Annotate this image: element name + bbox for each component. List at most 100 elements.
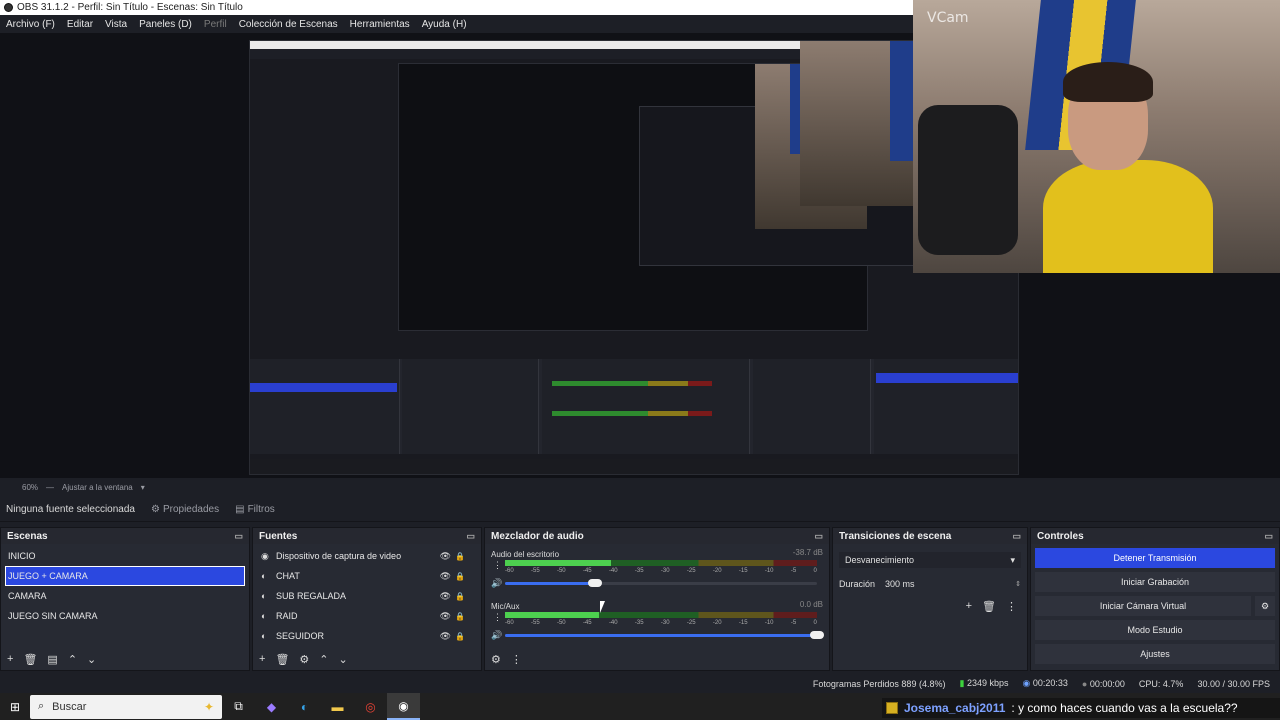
chat-username: Josema_cabj2011 <box>904 701 1006 715</box>
chevron-up-icon[interactable]: ⌃ <box>319 653 328 666</box>
source-item[interactable]: ◉ Dispositivo de captura de video 👁 🔒 <box>253 546 481 566</box>
kebab-icon[interactable]: ⋮ <box>493 612 502 623</box>
taskbar-search[interactable]: ⌕ Buscar ✦ <box>30 694 222 719</box>
volume-slider[interactable] <box>505 631 824 639</box>
copilot-icon[interactable]: ◆ <box>255 693 288 720</box>
filter-icon[interactable]: ▤ <box>47 653 57 666</box>
speaker-icon[interactable]: 🔊 <box>491 630 502 641</box>
kebab-icon[interactable]: ⋮ <box>493 560 502 571</box>
tick-label: -40 <box>608 568 618 574</box>
signal-icon: ▮ <box>959 678 965 688</box>
menu-coleccion-escenas[interactable]: Colección de Escenas <box>239 19 338 30</box>
lock-icon[interactable]: 🔒 <box>455 592 465 601</box>
menu-herramientas[interactable]: Herramientas <box>350 19 410 30</box>
transition-select[interactable]: Desvanecimiento ▾ <box>839 552 1021 568</box>
windows-start-icon[interactable]: ⊞ <box>0 693 30 720</box>
kebab-icon[interactable]: ⋮ <box>1006 600 1017 613</box>
broadcast-icon: ◉ <box>1022 678 1031 688</box>
chevron-up-icon[interactable]: ⌃ <box>68 653 77 666</box>
gear-icon[interactable]: ⚙ <box>299 653 309 666</box>
obs-taskbar-icon[interactable]: ◉ <box>387 693 420 720</box>
lock-icon[interactable]: 🔒 <box>455 632 465 641</box>
menu-vista[interactable]: Vista <box>105 19 127 30</box>
properties-label: Propiedades <box>162 503 220 515</box>
source-item[interactable]: ◐ SEGUIDOR 👁 🔒 <box>253 626 481 646</box>
sources-title: Fuentes <box>259 530 298 542</box>
studio-mode-button[interactable]: Modo Estudio <box>1035 620 1275 640</box>
no-source-label: Ninguna fuente seleccionada <box>6 503 135 515</box>
properties-button[interactable]: ⚙ Propiedades <box>151 504 219 515</box>
task-view-icon[interactable]: ⧉ <box>222 693 255 720</box>
zoom-percent[interactable]: 60% <box>22 483 38 492</box>
transitions-header: Transiciones de escena ▭ <box>833 528 1027 544</box>
dock-menu-icon[interactable]: ▭ <box>1264 531 1273 542</box>
menu-paneles[interactable]: Paneles (D) <box>139 19 192 30</box>
spinner-icon[interactable]: ⇕ <box>1015 580 1021 588</box>
scene-item[interactable]: INICIO <box>1 546 249 566</box>
trash-icon[interactable]: 🗑 <box>23 653 37 666</box>
speaker-icon[interactable]: 🔊 <box>491 578 502 589</box>
add-icon[interactable]: + <box>259 653 265 665</box>
tick-label: -45 <box>582 620 592 626</box>
eye-icon[interactable]: 👁 <box>440 591 451 602</box>
person-body <box>1043 160 1213 273</box>
start-recording-button[interactable]: Iniciar Grabación <box>1035 572 1275 592</box>
eye-icon[interactable]: 👁 <box>440 611 451 622</box>
mixer-footer: ⚙ ⋮ <box>485 648 829 670</box>
eye-icon[interactable]: 👁 <box>440 631 451 642</box>
add-icon[interactable]: + <box>966 600 972 613</box>
filters-button[interactable]: ▤ Filtros <box>235 504 275 515</box>
nested-scenes-dock <box>250 359 400 454</box>
obs-logo-icon <box>4 3 13 12</box>
trash-icon[interactable]: 🗑 <box>982 600 996 613</box>
tick-label: -20 <box>712 620 722 626</box>
gear-icon[interactable]: ⚙ <box>491 653 501 666</box>
menu-archivo[interactable]: Archivo (F) <box>6 19 55 30</box>
dock-menu-icon[interactable]: ▭ <box>1012 531 1021 542</box>
kebab-icon[interactable]: ⋮ <box>511 653 522 666</box>
lock-icon[interactable]: 🔒 <box>455 552 465 561</box>
add-icon[interactable]: + <box>7 653 13 665</box>
stop-stream-button[interactable]: Detener Transmisión <box>1035 548 1275 568</box>
chrome-icon[interactable]: ◎ <box>354 693 387 720</box>
trash-icon[interactable]: 🗑 <box>275 653 289 666</box>
volume-slider[interactable] <box>505 579 817 587</box>
source-item[interactable]: ◐ SUB REGALADA 👁 🔒 <box>253 586 481 606</box>
edge-icon[interactable]: ◐ <box>288 693 321 720</box>
webcam-feed: VCam <box>913 0 1280 273</box>
tick-label: -5 <box>790 620 797 626</box>
tick-label: -35 <box>634 620 644 626</box>
scene-item-selected[interactable]: JUEGO + CAMARA <box>5 566 245 586</box>
chevron-down-icon[interactable]: ⌄ <box>339 653 348 666</box>
volume-knob[interactable] <box>810 631 824 639</box>
stream-time-value: 00:20:33 <box>1032 678 1068 688</box>
nested-mixer-dock <box>542 359 750 454</box>
dock-menu-icon[interactable]: ▭ <box>466 531 475 542</box>
menu-ayuda[interactable]: Ayuda (H) <box>422 19 467 30</box>
duration-input[interactable]: 300 ms <box>885 579 915 589</box>
source-item[interactable]: ◐ CHAT 👁 🔒 <box>253 566 481 586</box>
gear-icon[interactable]: ⚙ <box>1255 596 1275 616</box>
source-item[interactable]: ◐ RAID 👁 🔒 <box>253 606 481 626</box>
scene-item[interactable]: CAMARA <box>1 586 249 606</box>
menu-perfil: Perfil <box>203 18 227 30</box>
start-virtual-cam-button[interactable]: Iniciar Cámara Virtual <box>1035 596 1251 616</box>
dropped-frames: Fotogramas Perdidos 889 (4.8%) <box>812 678 946 689</box>
lock-icon[interactable]: 🔒 <box>455 612 465 621</box>
chevron-down-icon[interactable]: ▾ <box>141 483 145 492</box>
folder-icon[interactable]: ▬ <box>321 693 354 720</box>
transitions-title: Transiciones de escena <box>839 530 952 542</box>
sources-dock: Fuentes ▭ ◉ Dispositivo de captura de vi… <box>252 527 482 671</box>
menu-editar[interactable]: Editar <box>67 19 93 30</box>
dock-menu-icon[interactable]: ▭ <box>814 531 823 542</box>
eye-icon[interactable]: 👁 <box>440 551 451 562</box>
chevron-down-icon[interactable]: ⌄ <box>87 653 96 666</box>
settings-button[interactable]: Ajustes <box>1035 644 1275 664</box>
lock-icon[interactable]: 🔒 <box>455 572 465 581</box>
volume-knob[interactable] <box>588 579 603 587</box>
dock-menu-icon[interactable]: ▭ <box>234 531 243 542</box>
eye-icon[interactable]: 👁 <box>440 571 451 582</box>
volume-fill <box>505 634 817 637</box>
fit-window-button[interactable]: Ajustar a la ventana <box>62 483 133 492</box>
scene-item[interactable]: JUEGO SIN CAMARA <box>1 606 249 626</box>
